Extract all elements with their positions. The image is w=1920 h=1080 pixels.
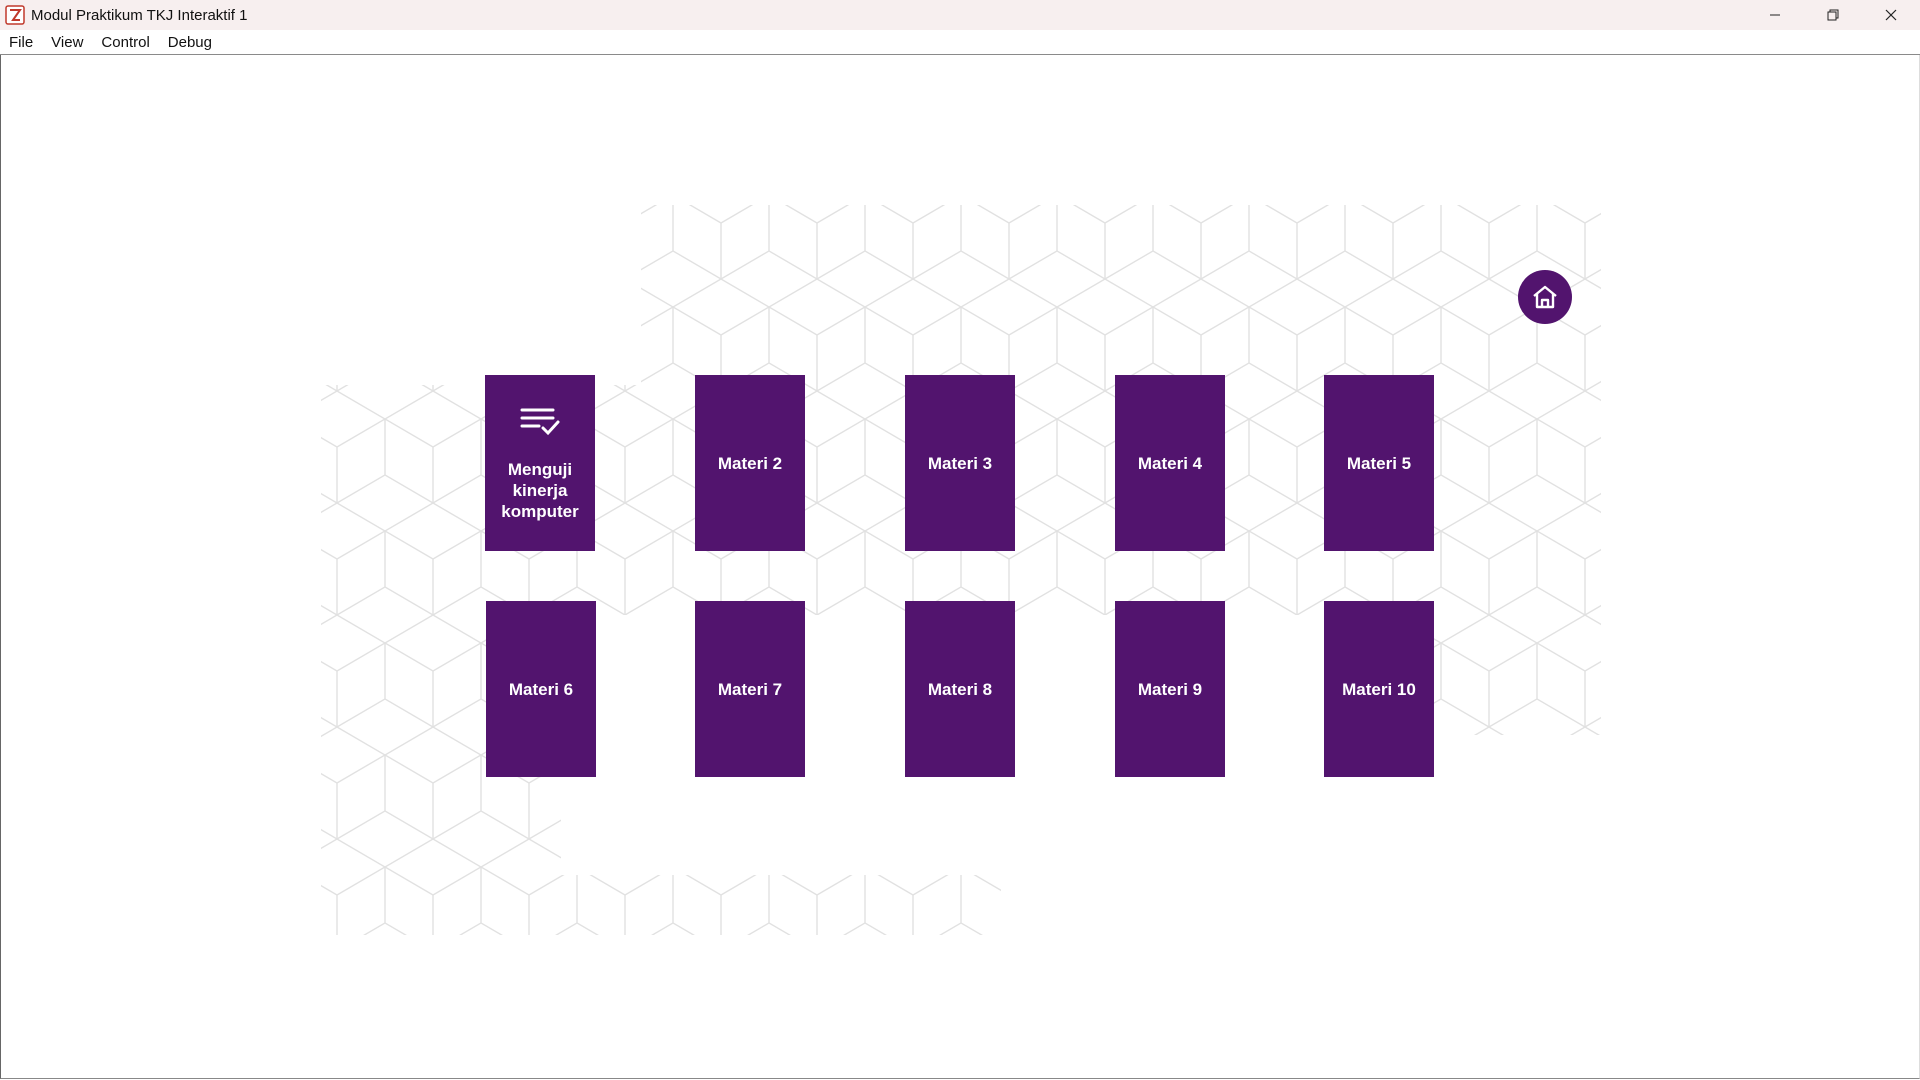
tile-label: Materi 5 [1346,453,1412,473]
tile-label: Materi 2 [717,453,783,473]
tile-label: Materi 6 [508,679,574,699]
hexagon-background-pattern [321,205,1601,935]
minimize-button[interactable] [1746,0,1804,30]
tile-materi-6[interactable]: Materi 6 [486,601,596,777]
home-button[interactable] [1518,270,1572,324]
tile-label: Materi 9 [1137,679,1203,699]
tile-materi-3[interactable]: Materi 3 [905,375,1015,551]
tile-label: Menguji kinerja komputer [501,459,579,521]
close-icon [1885,9,1897,21]
menu-control[interactable]: Control [92,34,158,51]
close-button[interactable] [1862,0,1920,30]
tile-materi-4[interactable]: Materi 4 [1115,375,1225,551]
tile-materi-10[interactable]: Materi 10 [1324,601,1434,777]
tile-materi-2[interactable]: Materi 2 [695,375,805,551]
tile-label: Materi 3 [927,453,993,473]
menu-view[interactable]: View [42,34,92,51]
tile-label: Materi 4 [1137,453,1203,473]
tile-materi-9[interactable]: Materi 9 [1115,601,1225,777]
title-bar: Modul Praktikum TKJ Interaktif 1 [0,0,1920,30]
app-icon [5,5,25,25]
menu-bar: File View Control Debug [0,30,1920,55]
restore-icon [1827,9,1839,21]
tile-label: Materi 8 [927,679,993,699]
restore-button[interactable] [1804,0,1862,30]
tile-materi-7[interactable]: Materi 7 [695,601,805,777]
minimize-icon [1770,14,1780,16]
tile-materi-5[interactable]: Materi 5 [1324,375,1434,551]
home-icon [1533,285,1557,309]
content-stage: Menguji kinerja komputer Materi 2 Materi… [0,55,1920,1079]
tile-label: Materi 10 [1342,679,1416,699]
checklist-icon [520,408,560,435]
window-title: Modul Praktikum TKJ Interaktif 1 [31,6,248,24]
window-controls [1746,0,1920,30]
tile-materi-8[interactable]: Materi 8 [905,601,1015,777]
menu-debug[interactable]: Debug [159,34,221,51]
tile-menguji-kinerja-komputer[interactable]: Menguji kinerja komputer [485,375,595,551]
menu-file[interactable]: File [0,34,42,51]
tile-label: Materi 7 [717,679,783,699]
